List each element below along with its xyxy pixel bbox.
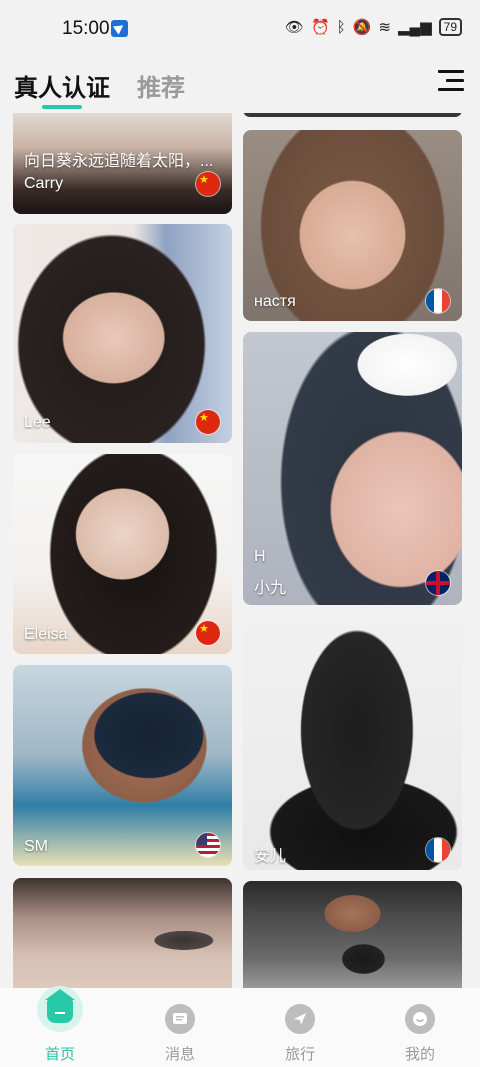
bluetooth-icon: ᛒ xyxy=(336,18,346,36)
card-name: Lee xyxy=(24,414,51,431)
status-icons: 👁 ⏰ ᛒ 🔕 ≋ ▂▄▆ 79 xyxy=(285,18,462,36)
nav-travel[interactable]: 旅行 xyxy=(240,988,360,1067)
user-card[interactable]: настя xyxy=(243,130,462,321)
battery-icon: 79 xyxy=(438,18,462,36)
nav-label: 我的 xyxy=(404,1046,435,1063)
user-card[interactable] xyxy=(13,878,232,988)
user-card[interactable]: H 小九 xyxy=(243,332,462,605)
flag-france-icon xyxy=(426,838,450,862)
profile-icon xyxy=(405,1004,435,1034)
card-name: 小九 xyxy=(254,580,287,597)
travel-icon xyxy=(285,1004,315,1034)
nav-profile[interactable]: 我的 xyxy=(360,988,480,1067)
flag-china-icon xyxy=(196,172,220,196)
nav-home[interactable]: 首页 xyxy=(0,986,120,1067)
user-card[interactable] xyxy=(243,881,462,988)
status-bar: 15:00 👁 ⏰ ᛒ 🔕 ≋ ▂▄▆ 79 xyxy=(0,0,480,58)
user-photo xyxy=(243,616,462,870)
flag-china-icon xyxy=(196,621,220,645)
card-name: SM xyxy=(24,838,48,855)
bottom-nav: 首页 消息 旅行 我的 xyxy=(0,986,480,1067)
top-header: 真人认证 推荐 xyxy=(0,58,480,113)
flag-usa-icon xyxy=(196,833,220,857)
user-card[interactable]: 向日葵永远追随着太阳，... Carry xyxy=(13,113,232,214)
user-photo xyxy=(243,113,462,117)
nav-messages[interactable]: 消息 xyxy=(120,988,240,1067)
home-icon xyxy=(45,989,75,1023)
card-name: Eleisa xyxy=(24,626,68,643)
card-name: Carry xyxy=(24,175,64,192)
alarm-icon: ⏰ xyxy=(310,19,330,36)
nav-label: 首页 xyxy=(44,1046,75,1063)
flag-uk-icon xyxy=(426,571,450,595)
user-card[interactable]: Eleisa xyxy=(13,454,232,654)
user-card[interactable]: SM xyxy=(13,665,232,866)
user-feed[interactable]: 向日葵永远追随着太阳，... Carry Lee Eleisa SM настя… xyxy=(0,113,480,988)
wifi-icon: ≋ xyxy=(378,19,391,36)
location-icon xyxy=(111,20,128,37)
flag-china-icon xyxy=(196,410,220,434)
card-name: 安儿 xyxy=(254,848,287,865)
tab-verified[interactable]: 真人认证 xyxy=(14,68,110,103)
nav-label: 消息 xyxy=(164,1046,195,1063)
tab-indicator xyxy=(42,105,82,109)
eye-icon: 👁 xyxy=(284,19,304,36)
card-description: 向日葵永远追随着太阳，... xyxy=(24,153,214,170)
status-time: 15:00 xyxy=(62,18,110,39)
signal-icon: ▂▄▆ xyxy=(397,19,432,36)
nav-label: 旅行 xyxy=(284,1046,315,1063)
user-photo xyxy=(13,878,232,988)
user-card[interactable] xyxy=(243,113,462,117)
user-photo xyxy=(243,881,462,988)
mute-icon: 🔕 xyxy=(352,19,372,36)
user-card[interactable]: 安儿 xyxy=(243,616,462,870)
message-icon xyxy=(165,1004,195,1034)
card-name: настя xyxy=(254,293,296,310)
user-card[interactable]: Lee xyxy=(13,224,232,443)
card-subtitle: H xyxy=(254,548,266,565)
flag-france-icon xyxy=(426,289,450,313)
user-photo xyxy=(243,332,462,605)
tab-recommend[interactable]: 推荐 xyxy=(137,68,185,103)
menu-icon[interactable] xyxy=(438,70,464,92)
